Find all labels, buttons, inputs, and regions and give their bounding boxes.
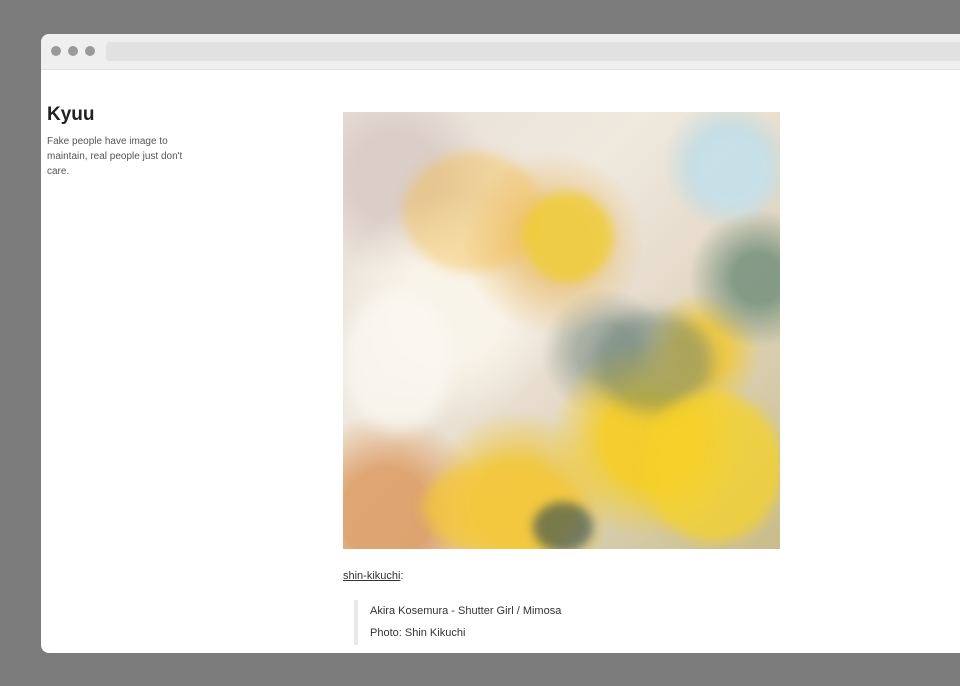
window-close-dot-icon[interactable] <box>51 46 61 56</box>
source-link[interactable]: shin-kikuchi <box>343 570 400 582</box>
quote-line-photo-credit: Photo: Shin Kikuchi <box>370 627 466 639</box>
blog-description: Fake people have image to maintain, real… <box>47 136 183 177</box>
quote-line-track: Akira Kosemura - Shutter Girl / Mimosa <box>370 605 562 617</box>
blog-title[interactable]: Kyuu <box>47 104 95 126</box>
post-photo[interactable] <box>343 112 780 549</box>
browser-window: Kyuu Fake people have image to maintain,… <box>41 34 960 653</box>
window-maximize-dot-icon[interactable] <box>85 46 95 56</box>
page-content: Kyuu Fake people have image to maintain,… <box>41 70 960 653</box>
photo-bokeh <box>523 192 613 282</box>
photo-bokeh <box>643 392 780 542</box>
photo-bokeh <box>533 502 593 549</box>
photo-bokeh <box>403 152 543 272</box>
photo-bokeh <box>343 292 453 432</box>
source-colon: : <box>400 570 404 582</box>
photo-bokeh <box>693 132 773 212</box>
browser-titlebar <box>41 34 960 70</box>
reblog-source: shin-kikuchi: <box>343 570 404 582</box>
address-bar[interactable] <box>106 42 960 61</box>
post-blockquote: Akira Kosemura - Shutter Girl / Mimosa P… <box>354 600 670 645</box>
window-minimize-dot-icon[interactable] <box>68 46 78 56</box>
